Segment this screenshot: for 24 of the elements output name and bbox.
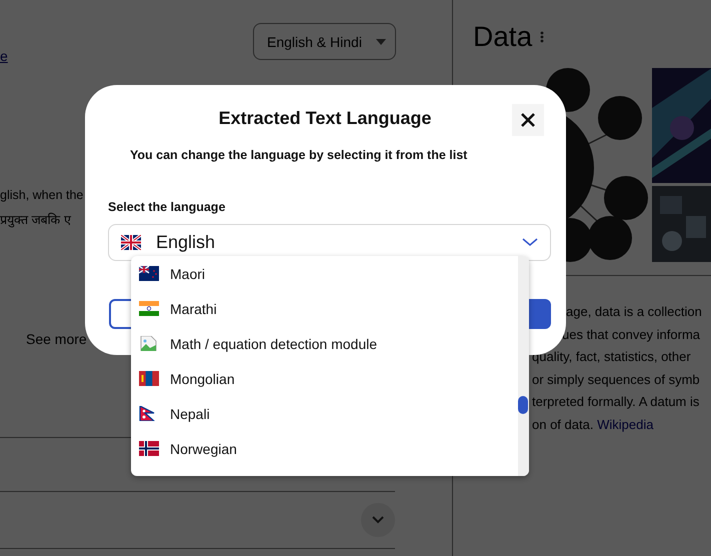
close-button[interactable]	[512, 104, 544, 136]
dropdown-option[interactable]: Math / equation detection module	[131, 326, 384, 361]
field-label: Select the language	[108, 200, 226, 214]
close-icon	[521, 113, 535, 127]
scrollbar-thumb[interactable]	[518, 396, 528, 414]
uk-flag-icon	[121, 235, 141, 250]
broken-image-icon	[139, 336, 159, 351]
text-line: प्रयुक्त जबकि ए	[0, 212, 71, 230]
caret-icon	[376, 38, 386, 44]
expand-button[interactable]	[361, 503, 395, 537]
dialog-subtitle: You can change the language by selecting it from the list	[130, 148, 468, 162]
dropdown-option[interactable]: Norwegian	[131, 431, 243, 466]
norway-flag-icon	[139, 441, 159, 456]
text-line: glish, when the	[0, 187, 84, 204]
india-flag-icon	[139, 301, 159, 316]
panel-title: Data	[473, 21, 532, 53]
dropdown-option[interactable]: Nepali	[131, 396, 216, 431]
dropdown-option[interactable]: Mongolian	[131, 361, 241, 396]
more-icon[interactable]	[540, 31, 544, 43]
chevron-icon	[372, 516, 384, 524]
new-zealand-flag-icon	[139, 266, 159, 281]
dialog-title: Extracted Text Language	[218, 108, 432, 129]
dropdown-option[interactable]: Marathi	[131, 291, 223, 326]
mongolia-flag-icon	[139, 371, 159, 386]
